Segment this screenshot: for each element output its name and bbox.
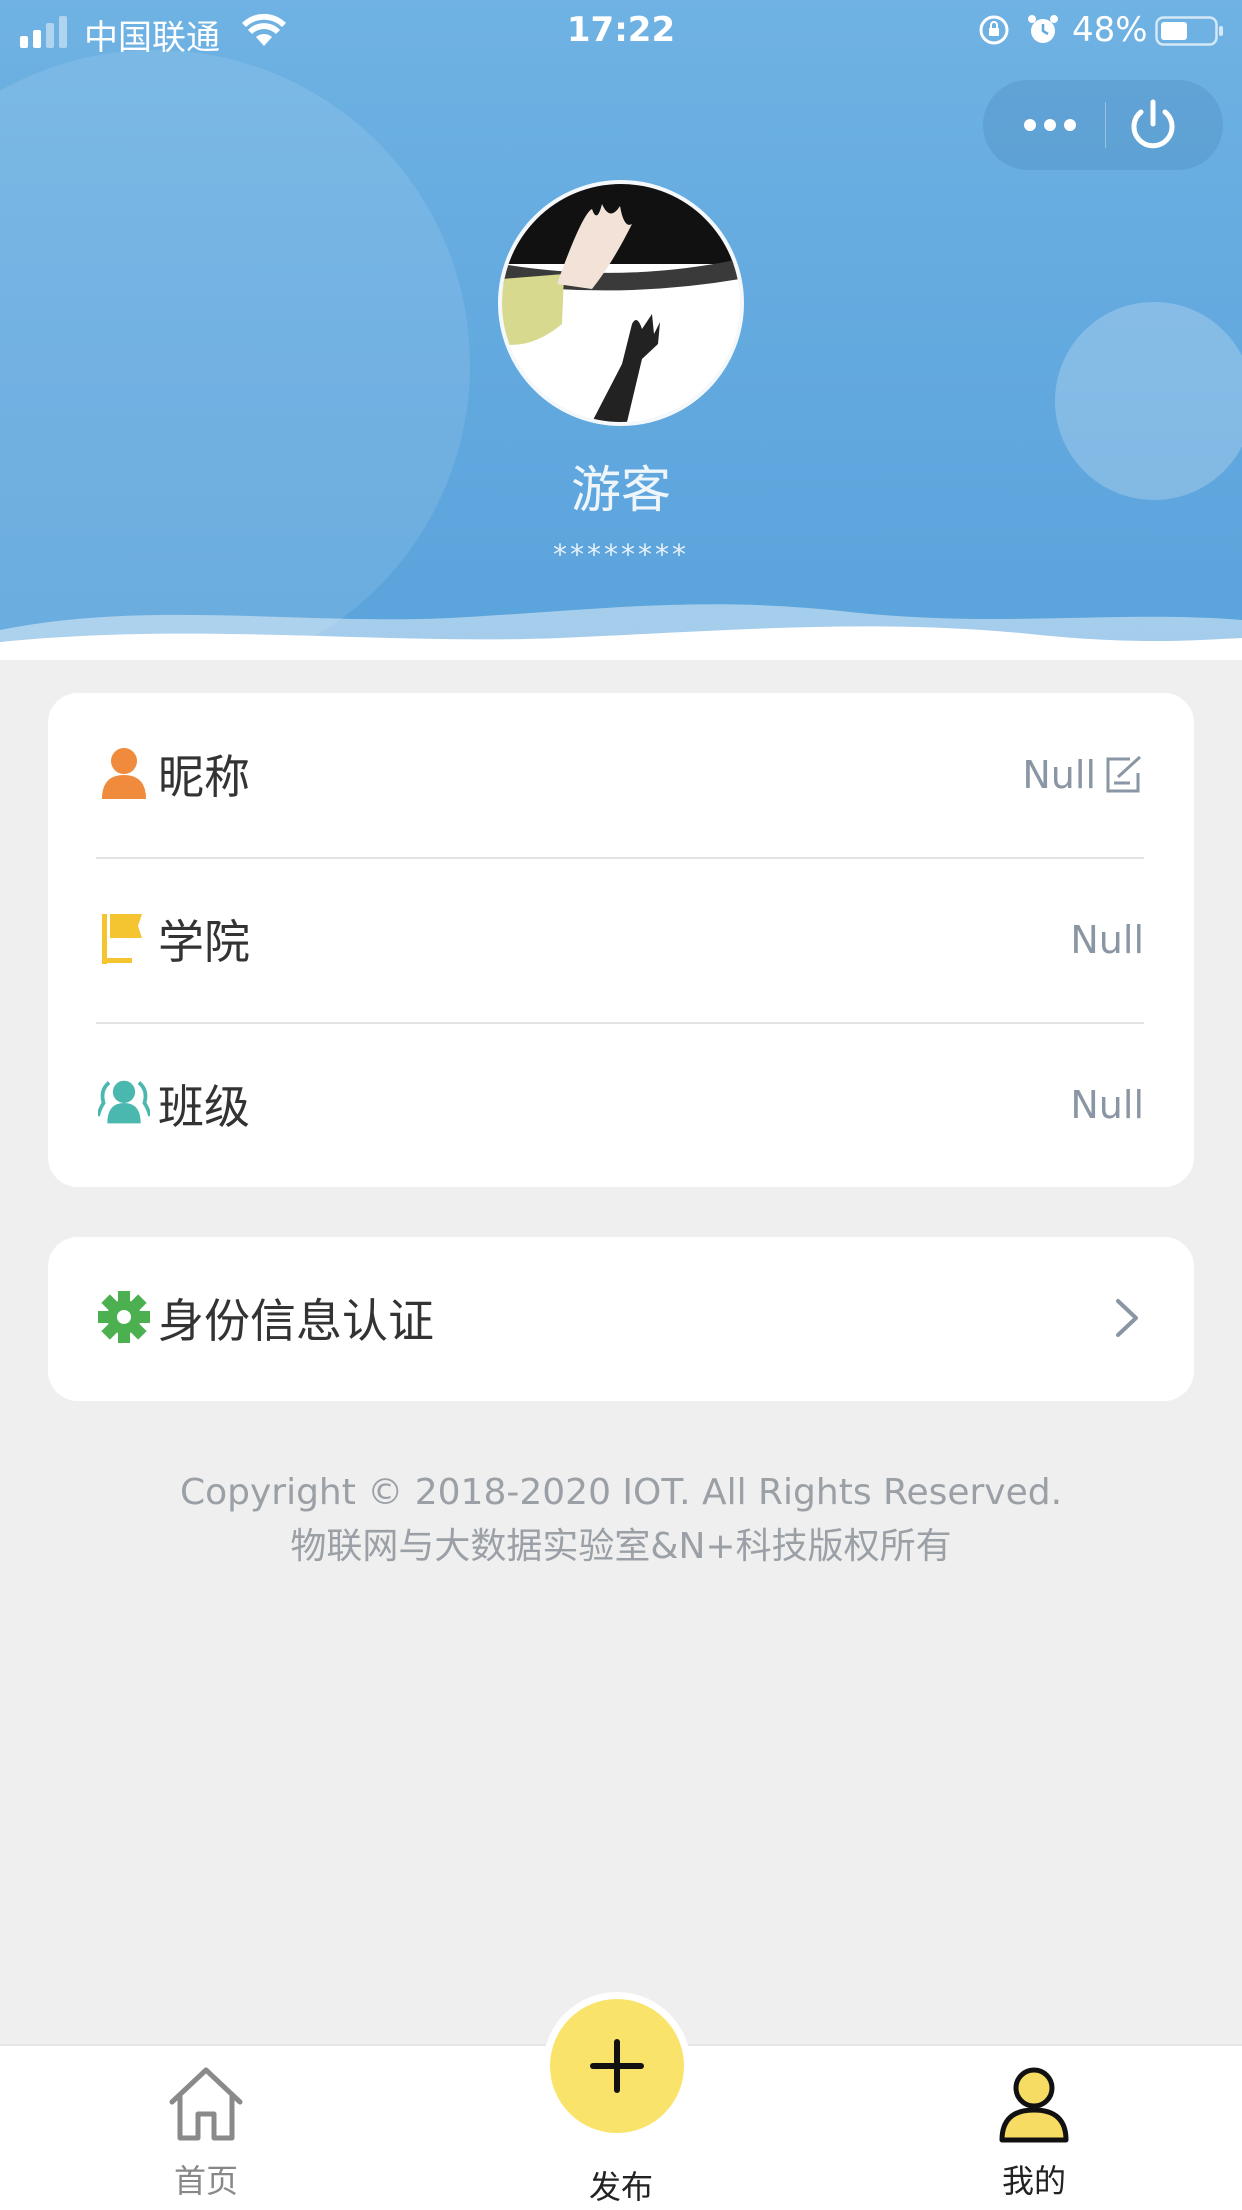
- profile-id: ********: [553, 538, 689, 571]
- plus-icon: [590, 2039, 644, 2093]
- nickname-row[interactable]: 昵称 Null: [48, 693, 1194, 857]
- class-label: 班级: [158, 1080, 250, 1134]
- gear-icon: [98, 1291, 150, 1343]
- publish-button[interactable]: [550, 1999, 684, 2133]
- home-icon: [169, 2067, 243, 2141]
- more-dots-icon[interactable]: [1015, 102, 1085, 148]
- avatar-image: [502, 184, 740, 422]
- avatar[interactable]: [498, 180, 744, 426]
- mini-program-capsule: [983, 80, 1223, 170]
- battery-percent: 48%: [1072, 10, 1148, 50]
- status-bar: 中国联通 17:22 48%: [0, 0, 1242, 62]
- profile-info-card: 昵称 Null 学院 Null 班级 Null: [48, 693, 1194, 1187]
- user-icon: [999, 2067, 1069, 2143]
- class-row[interactable]: 班级 Null: [48, 1023, 1194, 1187]
- college-label: 学院: [158, 915, 250, 969]
- nickname-value: Null: [1022, 753, 1096, 797]
- nickname-label: 昵称: [158, 750, 250, 804]
- power-icon[interactable]: [1123, 98, 1183, 152]
- group-icon: [98, 1080, 150, 1124]
- edit-icon[interactable]: [1104, 755, 1144, 795]
- college-row[interactable]: 学院 Null: [48, 858, 1194, 1022]
- battery-icon: [1155, 16, 1223, 46]
- person-icon: [102, 748, 146, 799]
- identity-verify-label: 身份信息认证: [158, 1294, 434, 1348]
- copyright: Copyright © 2018-2020 IOT. All Rights Re…: [0, 1466, 1242, 1574]
- tab-mine[interactable]: 我的: [884, 2046, 1184, 2210]
- copyright-line-1: Copyright © 2018-2020 IOT. All Rights Re…: [179, 1472, 1063, 1513]
- orientation-lock-icon: [979, 15, 1009, 45]
- profile-name: 游客: [571, 461, 671, 519]
- identity-verify-card[interactable]: 身份信息认证: [48, 1237, 1194, 1401]
- college-value: Null: [1070, 918, 1144, 962]
- tab-publish-label: 发布: [588, 2168, 653, 2206]
- alarm-icon: [1028, 15, 1058, 43]
- chevron-right-icon: [1116, 1299, 1138, 1337]
- tab-home[interactable]: 首页: [56, 2046, 356, 2210]
- tab-mine-label: 我的: [1001, 2162, 1066, 2200]
- identity-verify-row[interactable]: 身份信息认证: [48, 1237, 1194, 1401]
- header-wave: [0, 604, 1242, 660]
- class-value: Null: [1070, 1083, 1144, 1127]
- capsule-divider: [1105, 102, 1106, 148]
- profile-header: 中国联通 17:22 48% 游客 ********: [0, 0, 1242, 660]
- flag-icon: [102, 914, 142, 964]
- tab-home-label: 首页: [173, 2162, 238, 2200]
- copyright-line-2: 物联网与大数据实验室&N+科技版权所有: [290, 1526, 952, 1567]
